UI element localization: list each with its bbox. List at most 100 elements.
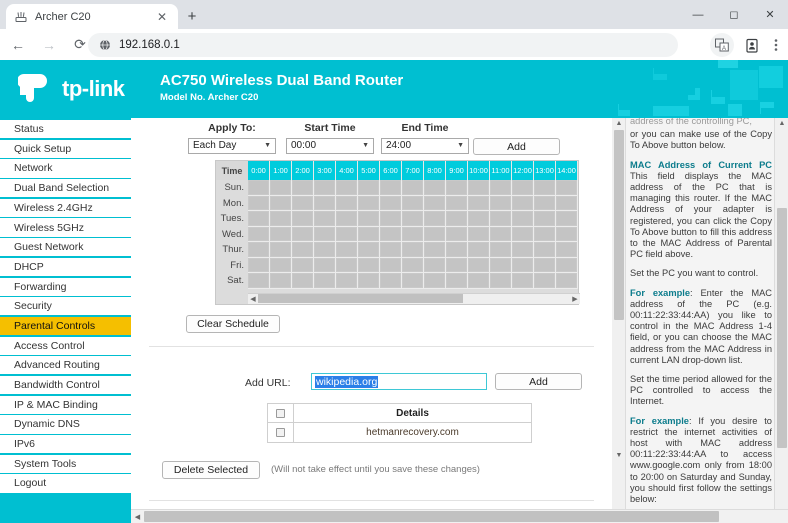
sidebar-item-security[interactable]: Security xyxy=(0,297,131,316)
schedule-cell[interactable] xyxy=(468,211,490,227)
schedule-cell[interactable] xyxy=(292,273,314,289)
schedule-cell[interactable] xyxy=(534,211,556,227)
schedule-cell[interactable] xyxy=(248,211,270,227)
schedule-cell[interactable] xyxy=(270,273,292,289)
schedule-cell[interactable] xyxy=(248,226,270,242)
close-icon[interactable]: ✕ xyxy=(752,0,788,29)
browser-tab[interactable]: Archer C20 ✕ xyxy=(6,4,178,29)
sidebar-item-guest-network[interactable]: Guest Network xyxy=(0,238,131,257)
minimize-icon[interactable]: — xyxy=(680,0,716,29)
maximize-icon[interactable]: ◻ xyxy=(716,0,752,29)
sidebar-item-parental-controls[interactable]: Parental Controls xyxy=(0,316,131,336)
schedule-cell[interactable] xyxy=(336,273,358,289)
sidebar-item-wireless-5ghz[interactable]: Wireless 5GHz xyxy=(0,218,131,237)
sidebar-item-access-control[interactable]: Access Control xyxy=(0,336,131,355)
schedule-cell[interactable] xyxy=(512,257,534,273)
schedule-cell[interactable] xyxy=(446,226,468,242)
schedule-cell[interactable] xyxy=(380,242,402,258)
schedule-cell[interactable] xyxy=(358,195,380,211)
sidebar-item-status[interactable]: Status xyxy=(0,120,131,139)
close-icon[interactable]: ✕ xyxy=(154,10,170,24)
sidebar-item-forwarding[interactable]: Forwarding xyxy=(0,277,131,296)
schedule-cell[interactable] xyxy=(270,226,292,242)
scroll-left-arrow-icon[interactable]: ◀ xyxy=(248,295,258,303)
schedule-cell[interactable] xyxy=(446,242,468,258)
add-schedule-button[interactable]: Add xyxy=(473,138,560,155)
schedule-scroll-track[interactable] xyxy=(258,293,570,305)
schedule-cell[interactable] xyxy=(556,195,578,211)
schedule-cell[interactable] xyxy=(446,211,468,227)
schedule-cell[interactable] xyxy=(424,195,446,211)
schedule-cell[interactable] xyxy=(292,211,314,227)
schedule-cell[interactable] xyxy=(358,226,380,242)
row-checkbox-cell[interactable] xyxy=(268,423,294,442)
schedule-cell[interactable] xyxy=(270,211,292,227)
schedule-cell[interactable] xyxy=(534,257,556,273)
scroll-up-arrow-icon[interactable]: ▲ xyxy=(612,118,626,130)
schedule-cell[interactable] xyxy=(512,242,534,258)
page-scroll-left-arrow-icon[interactable]: ◀ xyxy=(131,513,144,521)
schedule-cell[interactable] xyxy=(446,180,468,196)
schedule-cell[interactable] xyxy=(314,180,336,196)
schedule-cell[interactable] xyxy=(358,180,380,196)
help-scroll-thumb[interactable] xyxy=(777,208,787,448)
schedule-cell[interactable] xyxy=(402,195,424,211)
schedule-cell[interactable] xyxy=(248,242,270,258)
schedule-cell[interactable] xyxy=(358,257,380,273)
schedule-cell[interactable] xyxy=(512,226,534,242)
schedule-cell[interactable] xyxy=(336,211,358,227)
page-hscroll-thumb[interactable] xyxy=(144,511,719,522)
schedule-cell[interactable] xyxy=(512,211,534,227)
sidebar-item-ipv6[interactable]: IPv6 xyxy=(0,435,131,454)
sidebar-item-logout[interactable]: Logout xyxy=(0,474,131,493)
schedule-cell[interactable] xyxy=(424,242,446,258)
schedule-cell[interactable] xyxy=(380,226,402,242)
start-time-select[interactable]: 00:00 ▼ xyxy=(286,138,374,154)
schedule-cell[interactable] xyxy=(424,226,446,242)
apply-to-select[interactable]: Each Day ▼ xyxy=(188,138,276,154)
address-bar[interactable]: 192.168.0.1 xyxy=(88,33,678,57)
schedule-cell[interactable] xyxy=(490,273,512,289)
plus-icon[interactable]: + xyxy=(182,7,202,27)
schedule-cell[interactable] xyxy=(446,257,468,273)
select-all-checkbox-cell[interactable] xyxy=(268,404,294,422)
schedule-cell[interactable] xyxy=(468,273,490,289)
schedule-cell[interactable] xyxy=(380,195,402,211)
profile-icon[interactable] xyxy=(740,33,764,57)
sidebar-item-dual-band-selection[interactable]: Dual Band Selection xyxy=(0,179,131,198)
schedule-cell[interactable] xyxy=(556,180,578,196)
sidebar-item-network[interactable]: Network xyxy=(0,159,131,178)
page-horizontal-scrollbar[interactable]: ◀ xyxy=(131,509,788,523)
schedule-grid[interactable]: Time 0:00 1:00 2:00 3:00 4:00 5:00 6:00 7:00 8:0… xyxy=(215,160,580,305)
schedule-grid-body[interactable]: Sun. Mon. Tues. Wed. Thur. Fri. Sat. xyxy=(216,180,580,289)
schedule-cell[interactable] xyxy=(380,180,402,196)
schedule-cell[interactable] xyxy=(446,195,468,211)
schedule-cell[interactable] xyxy=(534,180,556,196)
schedule-cell[interactable] xyxy=(314,195,336,211)
schedule-cell[interactable] xyxy=(534,226,556,242)
schedule-cell[interactable] xyxy=(468,180,490,196)
clear-schedule-button[interactable]: Clear Schedule xyxy=(186,315,280,333)
schedule-cell[interactable] xyxy=(402,211,424,227)
schedule-cell[interactable] xyxy=(512,195,534,211)
schedule-cell[interactable] xyxy=(358,273,380,289)
schedule-cell[interactable] xyxy=(314,273,336,289)
schedule-cell[interactable] xyxy=(424,211,446,227)
help-vertical-scrollbar[interactable]: ▲ ▼ xyxy=(774,118,788,523)
schedule-cell[interactable] xyxy=(556,242,578,258)
schedule-cell[interactable] xyxy=(314,242,336,258)
schedule-cell[interactable] xyxy=(424,273,446,289)
sidebar-item-wireless-2-4ghz[interactable]: Wireless 2.4GHz xyxy=(0,198,131,217)
schedule-cell[interactable] xyxy=(490,211,512,227)
schedule-cell[interactable] xyxy=(534,273,556,289)
scroll-right-arrow-icon[interactable]: ▶ xyxy=(570,295,580,303)
schedule-scroll-thumb[interactable] xyxy=(258,293,463,303)
end-time-select[interactable]: 24:00 ▼ xyxy=(381,138,469,154)
schedule-cell[interactable] xyxy=(248,180,270,196)
select-all-checkbox[interactable] xyxy=(276,408,285,418)
schedule-cell[interactable] xyxy=(270,257,292,273)
schedule-cell[interactable] xyxy=(402,257,424,273)
schedule-cell[interactable] xyxy=(292,257,314,273)
schedule-cell[interactable] xyxy=(402,242,424,258)
back-arrow-icon[interactable]: ← xyxy=(5,32,31,58)
